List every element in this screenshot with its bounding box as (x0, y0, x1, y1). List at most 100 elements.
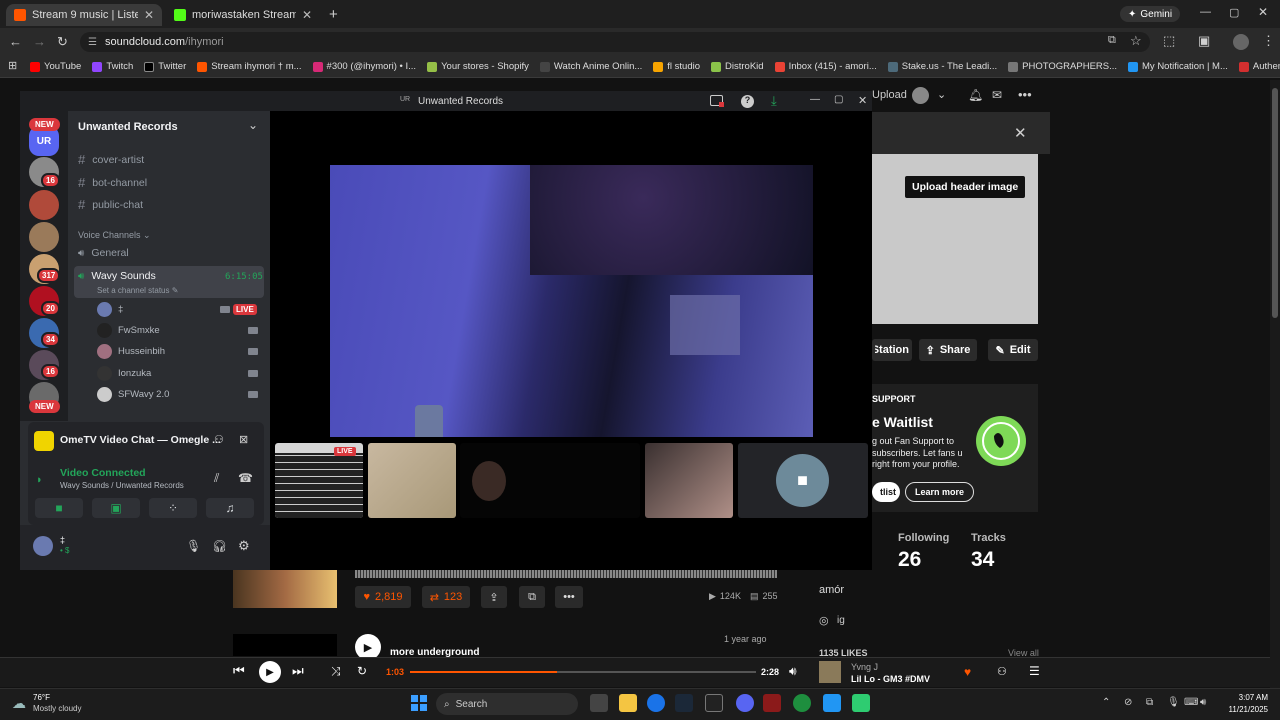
extensions-icon[interactable]: ⬚ (1163, 33, 1175, 49)
stream-thumbnail-user[interactable] (460, 443, 640, 518)
bell-icon[interactable]: 🔔︎ (968, 88, 983, 102)
tray-icon[interactable]: ⊘ (1124, 697, 1132, 708)
leave-activity-icon[interactable]: ⊠ (239, 433, 248, 446)
side-panel-icon[interactable]: ▣ (1198, 33, 1210, 49)
screen-share-button[interactable]: ▣ (92, 498, 140, 518)
following-label[interactable]: Following (898, 532, 949, 544)
following-count[interactable]: 26 (898, 548, 921, 572)
weather-icon[interactable]: ☁ (12, 695, 26, 712)
voice-user[interactable]: Husseinbih (97, 344, 165, 359)
channel-cover-artist[interactable]: # cover-artist (78, 152, 144, 167)
voice-user[interactable]: FwSmxke (97, 323, 160, 338)
chrome-profile-icon[interactable] (793, 694, 811, 712)
task-view-icon[interactable] (590, 694, 608, 712)
learn-more-button[interactable]: Learn more (905, 482, 975, 502)
volume-icon[interactable]: 🔊︎ (789, 664, 797, 679)
next-track-artwork[interactable] (233, 634, 337, 656)
bookmark-fl-studio[interactable]: fl studio (653, 61, 700, 72)
menu-kebab-icon[interactable]: ⋮ (1262, 33, 1275, 49)
voice-channels-header[interactable]: Voice Channels ⌄ (78, 230, 151, 241)
voice-user[interactable]: Ionzuka (97, 366, 151, 381)
now-playing-artist[interactable]: Yvng J (851, 662, 878, 672)
repeat-icon[interactable]: ↻ (357, 664, 367, 678)
follow-user-icon[interactable]: ⚇ (997, 665, 1007, 678)
liked-heart-icon[interactable]: ♥ (964, 665, 971, 679)
disconnect-icon[interactable]: ☎ (238, 471, 253, 485)
clock-date[interactable]: 11/21/2025 (1224, 705, 1268, 714)
bookmark-instagram[interactable]: #300 (@ihymori) • I... (312, 61, 416, 72)
main-video-stream[interactable] (330, 165, 813, 437)
chrome-icon[interactable] (647, 694, 665, 712)
invite-activity-icon[interactable]: ⚇ (214, 433, 224, 446)
weather-temp[interactable]: 76°F (33, 693, 50, 702)
download-icon[interactable]: ⤓ (771, 93, 777, 109)
address-bar[interactable]: ☰ soundcloud.com/ihymori (80, 32, 1150, 52)
bookmark-twitter[interactable]: Twitter (144, 61, 186, 72)
bookmark-gmail[interactable]: Inbox (415) - amori... (774, 61, 877, 72)
user-avatar[interactable] (33, 536, 53, 556)
connection-status[interactable]: Video Connected (60, 467, 146, 479)
bookmark-stake[interactable]: Stake.us - The Leadi... (887, 61, 997, 72)
microphone-icon[interactable]: 🎙︎ (186, 539, 201, 553)
tracks-count[interactable]: 34 (971, 548, 994, 572)
close-tab-icon[interactable]: ✕ (144, 8, 154, 22)
server-name[interactable]: Unwanted Records (78, 121, 178, 133)
bookmark-anime[interactable]: Watch Anime Onlin... (539, 61, 642, 72)
queue-icon[interactable]: ☰ (1029, 664, 1040, 678)
connection-sub[interactable]: Wavy Sounds / Unwanted Records (60, 481, 184, 490)
install-icon[interactable]: ⧉ (1108, 34, 1116, 47)
bookmark-jpn[interactable]: Authentic Jpn Ride... (1238, 61, 1280, 72)
settings-gear-icon[interactable]: ⚙ (238, 538, 250, 554)
copy-link-button[interactable]: ⧉ (519, 586, 545, 608)
discord-taskbar-icon[interactable] (736, 694, 754, 712)
profile-avatar[interactable] (1233, 34, 1249, 50)
bookmark-notification[interactable]: My Notification | M... (1128, 61, 1228, 72)
share-track-button[interactable]: ⇪ (481, 586, 507, 608)
shuffle-icon[interactable]: ⤨ (331, 664, 341, 679)
steam-icon[interactable] (675, 694, 693, 712)
server-icon[interactable] (29, 190, 59, 220)
progress-track[interactable] (410, 671, 756, 673)
popout-icon[interactable] (710, 95, 724, 107)
next-track-title[interactable]: more underground (390, 647, 479, 657)
forward-icon[interactable]: → (33, 34, 46, 49)
server-menu-chevron-icon[interactable]: ⌄ (248, 118, 258, 132)
view-all-link[interactable]: View all (1008, 648, 1039, 657)
help-icon[interactable]: ? (741, 95, 754, 108)
play-pause-button[interactable]: ▶ (259, 661, 281, 683)
tray-icon[interactable]: ⧉ (1146, 697, 1153, 708)
bookmark-photographers[interactable]: PHOTOGRAPHERS... (1008, 61, 1117, 72)
server-icon[interactable] (29, 222, 59, 252)
network-icon[interactable]: ⌨ (1184, 697, 1198, 708)
bookmark-shopify[interactable]: Your stores - Shopify (427, 61, 529, 72)
microphone-tray-icon[interactable]: 🎙︎ (1167, 697, 1180, 708)
channel-status[interactable]: Set a channel status ✎ (97, 286, 178, 295)
site-info-icon[interactable]: ☰ (88, 37, 97, 48)
app-icon[interactable] (823, 694, 841, 712)
channel-bot-channel[interactable]: # bot-channel (78, 175, 147, 190)
bookmark-twitch[interactable]: Twitch (92, 61, 133, 72)
new-tab-icon[interactable]: + (329, 6, 338, 23)
discord-close-icon[interactable]: ✕ (858, 94, 867, 107)
windows-start-icon[interactable] (411, 695, 427, 711)
bookmark-star-icon[interactable]: ☆ (1130, 33, 1142, 49)
taskbar-search[interactable]: ⌕ Search (436, 693, 578, 715)
page-scrollbar[interactable] (1270, 80, 1280, 688)
sc-avatar[interactable] (912, 87, 929, 104)
stream-thumbnail-camera-off[interactable]: ■ (738, 443, 868, 518)
capcut-icon[interactable] (705, 694, 723, 712)
activity-title[interactable]: OmeTV Video Chat — Omegle ... (60, 434, 221, 446)
tab-soundcloud[interactable]: Stream 9 music | Listen to song ✕ (6, 4, 162, 26)
previous-track-icon[interactable]: ⏮ (233, 663, 245, 679)
chevron-down-icon[interactable]: ⌄ (937, 88, 946, 101)
apps-grid-icon[interactable]: ⊞ (8, 59, 17, 72)
next-track-icon[interactable]: ⏭ (292, 663, 304, 679)
now-playing-artwork[interactable] (819, 661, 841, 683)
tray-chevron-icon[interactable]: ⌃ (1102, 697, 1110, 708)
gemini-button[interactable]: ✦ Gemini (1120, 6, 1181, 22)
track-artwork[interactable] (233, 570, 337, 608)
bookmark-distrokid[interactable]: DistroKid (711, 61, 764, 72)
bookmark-youtube[interactable]: YouTube (30, 61, 81, 72)
more-track-button[interactable]: ••• (555, 586, 583, 608)
minimize-icon[interactable]: — (1200, 6, 1211, 18)
